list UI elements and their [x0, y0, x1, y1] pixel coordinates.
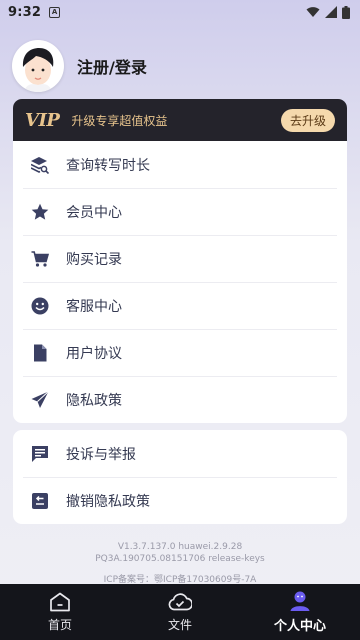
menu-item-customer-service[interactable]: 客服中心 — [13, 282, 347, 329]
menu-item-privacy-policy[interactable]: 隐私政策 — [13, 376, 347, 423]
layers-search-icon — [31, 156, 49, 174]
menu-item-label: 隐私政策 — [66, 392, 122, 409]
cart-icon — [31, 250, 49, 268]
status-bar: 9:32 A — [0, 0, 360, 24]
tab-label: 个人中心 — [273, 619, 326, 634]
menu-card-main: 查询转写时长 会员中心 购买记录 客服中心 用户协议 隐私政策 — [13, 141, 347, 423]
menu-item-user-agreement[interactable]: 用户协议 — [13, 329, 347, 376]
menu-item-label: 投诉与举报 — [66, 446, 136, 463]
send-icon — [31, 390, 49, 409]
profile-header[interactable]: 注册/登录 — [12, 40, 147, 92]
star-icon — [31, 203, 49, 221]
bottom-nav: 首页 文件 个人中心 — [0, 584, 360, 640]
signal-icon — [325, 6, 337, 18]
build-info: PQ3A.190705.08151706 release-keys — [95, 554, 265, 564]
home-icon — [49, 591, 71, 613]
vip-promo-text: 升级专享超值权益 — [71, 113, 168, 128]
menu-item-complaint-report[interactable]: 投诉与举报 — [13, 430, 347, 477]
tab-label: 首页 — [47, 618, 72, 632]
status-time: 9:32 — [8, 4, 42, 20]
vip-logo: VIP — [25, 109, 60, 131]
menu-item-label: 客服中心 — [66, 298, 122, 315]
menu-item-label: 查询转写时长 — [66, 157, 150, 174]
wifi-icon — [306, 7, 320, 17]
menu-item-label: 购买记录 — [66, 251, 122, 268]
login-register-link[interactable]: 注册/登录 — [77, 54, 147, 78]
menu-item-member-center[interactable]: 会员中心 — [13, 188, 347, 235]
upgrade-button[interactable]: 去升级 — [280, 108, 335, 132]
tab-files[interactable]: 文件 — [120, 584, 240, 640]
tab-profile[interactable]: 个人中心 — [240, 584, 360, 640]
version-info: V1.3.7.137.0 huawei.2.9.28 — [117, 542, 243, 552]
smile-icon — [31, 297, 49, 315]
menu-item-label: 会员中心 — [66, 204, 122, 221]
notification-icon: A — [49, 6, 61, 18]
person-icon — [289, 590, 311, 612]
menu-card-secondary: 投诉与举报 撤销隐私政策 — [13, 430, 347, 524]
tab-home[interactable]: 首页 — [0, 584, 120, 640]
menu-item-revoke-privacy[interactable]: 撤销隐私政策 — [13, 477, 347, 524]
menu-item-purchase-history[interactable]: 购买记录 — [13, 235, 347, 282]
avatar[interactable] — [12, 40, 64, 92]
menu-item-label: 用户协议 — [66, 345, 122, 362]
revoke-icon — [31, 492, 49, 510]
battery-icon — [342, 5, 350, 19]
menu-item-query-duration[interactable]: 查询转写时长 — [13, 141, 347, 188]
cloud-check-icon — [168, 591, 192, 613]
vip-banner[interactable]: VIP 升级专享超值权益 去升级 — [13, 99, 347, 141]
menu-item-label: 撤销隐私政策 — [66, 493, 150, 510]
tab-label: 文件 — [167, 618, 192, 632]
message-icon — [31, 445, 49, 463]
document-icon — [31, 344, 49, 362]
